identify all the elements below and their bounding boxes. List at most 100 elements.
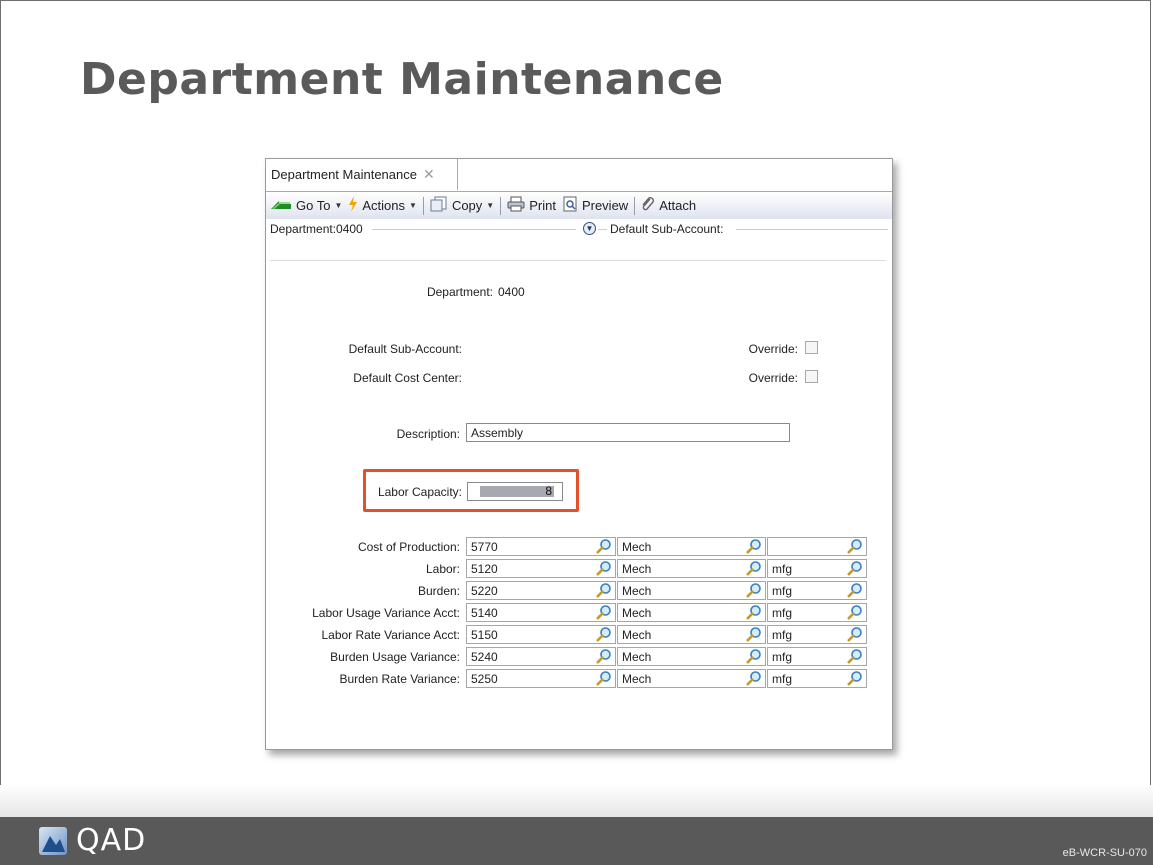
magnifier-icon[interactable] — [746, 604, 762, 620]
toolbar-separator — [634, 196, 636, 215]
override-cost-center-checkbox[interactable] — [805, 370, 818, 383]
labor-capacity-value: 8 — [480, 485, 554, 497]
summary-bar: Department:0400 ▼ Default Sub-Account: — [266, 219, 892, 239]
magnifier-icon[interactable] — [596, 538, 612, 554]
subaccount-field[interactable]: Mech — [617, 581, 766, 600]
dropdown-arrow-icon: ▼ — [334, 201, 343, 210]
summary-divider-line — [372, 229, 576, 230]
description-field[interactable]: Assembly — [466, 423, 790, 442]
account-row: Burden Usage Variance: 5240 Mech mfg — [266, 647, 892, 666]
subaccount-field[interactable]: Mech — [617, 559, 766, 578]
magnifier-icon[interactable] — [746, 670, 762, 686]
paperclip-icon — [641, 196, 655, 215]
account-field[interactable]: 5770 — [466, 537, 616, 556]
account-row: Labor: 5120 Mech mfg — [266, 559, 892, 578]
summary-department: Department:0400 — [270, 222, 363, 236]
actions-button[interactable]: Actions ▼ — [348, 196, 417, 215]
account-row: Labor Usage Variance Acct: 5140 Mech mfg — [266, 603, 892, 622]
summary-divider-line — [598, 229, 607, 230]
green-arrow-icon — [270, 197, 292, 214]
qad-logo-mark-icon — [39, 827, 67, 855]
subaccount-field[interactable]: Mech — [617, 537, 766, 556]
default-cost-center-label: Default Cost Center: — [353, 371, 462, 385]
goto-label: Go To — [296, 198, 331, 213]
dropdown-arrow-icon: ▼ — [486, 201, 495, 210]
attach-button[interactable]: Attach — [641, 196, 696, 215]
preview-button[interactable]: Preview — [562, 196, 628, 215]
override-label: Override: — [748, 342, 798, 356]
magnifier-icon[interactable] — [596, 560, 612, 576]
toolbar-separator — [500, 196, 502, 215]
magnifier-icon[interactable] — [847, 582, 863, 598]
print-button[interactable]: Print — [507, 196, 556, 215]
slide-code: eB-WCR-SU-070 — [1062, 847, 1147, 859]
description-label: Description: — [396, 427, 460, 441]
goto-button[interactable]: Go To ▼ — [270, 197, 342, 214]
logo-text: QAD — [76, 823, 147, 858]
subaccount-field[interactable]: Mech — [617, 647, 766, 666]
toolbar: Go To ▼ Actions ▼ Copy ▼ Print Preview A… — [266, 192, 892, 219]
account-field[interactable]: 5240 — [466, 647, 616, 666]
actions-label: Actions — [362, 198, 406, 213]
tab-department-maintenance[interactable]: Department Maintenance ✕ — [266, 159, 458, 190]
account-row-label: Burden Usage Variance: — [330, 650, 460, 664]
copy-icon — [430, 196, 448, 215]
account-row: Burden Rate Variance: 5250 Mech mfg — [266, 669, 892, 688]
default-subaccount-label: Default Sub-Account: — [348, 342, 462, 356]
account-row-label: Labor Rate Variance Acct: — [321, 628, 460, 642]
magnifier-icon[interactable] — [746, 648, 762, 664]
printer-icon — [507, 196, 525, 215]
slide-title: Department Maintenance — [80, 54, 724, 105]
section-divider — [270, 260, 886, 261]
magnifier-icon[interactable] — [596, 604, 612, 620]
copy-button[interactable]: Copy ▼ — [430, 196, 494, 215]
account-field[interactable]: 5140 — [466, 603, 616, 622]
magnifier-icon[interactable] — [746, 582, 762, 598]
magnifier-icon[interactable] — [847, 604, 863, 620]
preview-label: Preview — [581, 198, 629, 213]
magnifier-icon[interactable] — [746, 560, 762, 576]
account-field[interactable]: 5220 — [466, 581, 616, 600]
close-icon[interactable]: ✕ — [423, 166, 435, 183]
department-label: Department: — [426, 285, 493, 299]
account-row-label: Burden: — [417, 584, 460, 598]
dropdown-arrow-icon: ▼ — [409, 201, 417, 210]
magnifier-icon[interactable] — [596, 648, 612, 664]
magnifier-icon[interactable] — [746, 538, 762, 554]
account-row-label: Labor Usage Variance Acct: — [312, 606, 460, 620]
chevron-down-circle-icon[interactable]: ▼ — [583, 222, 596, 235]
attach-label: Attach — [659, 198, 697, 213]
print-label: Print — [529, 198, 556, 213]
summary-default-subaccount: Default Sub-Account: — [610, 222, 724, 236]
magnifier-icon[interactable] — [596, 626, 612, 642]
tab-strip: Department Maintenance ✕ — [266, 159, 892, 192]
qad-logo: QAD — [38, 826, 146, 856]
magnifier-icon[interactable] — [847, 538, 863, 554]
account-field[interactable]: 5250 — [466, 669, 616, 688]
magnifier-icon[interactable] — [847, 648, 863, 664]
account-field[interactable]: 5120 — [466, 559, 616, 578]
labor-capacity-label: Labor Capacity: — [377, 485, 462, 499]
subaccount-field[interactable]: Mech — [617, 669, 766, 688]
subaccount-field[interactable]: Mech — [617, 625, 766, 644]
lightning-icon — [348, 196, 358, 215]
account-row: Labor Rate Variance Acct: 5150 Mech mfg — [266, 625, 892, 644]
copy-label: Copy — [451, 198, 483, 213]
account-row: Burden: 5220 Mech mfg — [266, 581, 892, 600]
footer: QAD eB-WCR-SU-070 — [0, 817, 1153, 865]
magnifier-icon[interactable] — [746, 626, 762, 642]
subaccount-field[interactable]: Mech — [617, 603, 766, 622]
magnifier-icon[interactable] — [847, 670, 863, 686]
app-window: Department Maintenance ✕ Go To ▼ Actions… — [265, 158, 893, 750]
summary-divider-line — [736, 229, 888, 230]
override-subaccount-checkbox[interactable] — [805, 341, 818, 354]
magnifier-icon[interactable] — [847, 560, 863, 576]
account-row-label: Burden Rate Variance: — [339, 672, 460, 686]
magnifier-icon[interactable] — [847, 626, 863, 642]
magnifier-icon[interactable] — [596, 670, 612, 686]
footer-fade — [0, 785, 1153, 817]
labor-capacity-field[interactable]: 8 — [467, 482, 563, 501]
department-value: 0400 — [498, 285, 525, 299]
account-field[interactable]: 5150 — [466, 625, 616, 644]
magnifier-icon[interactable] — [596, 582, 612, 598]
